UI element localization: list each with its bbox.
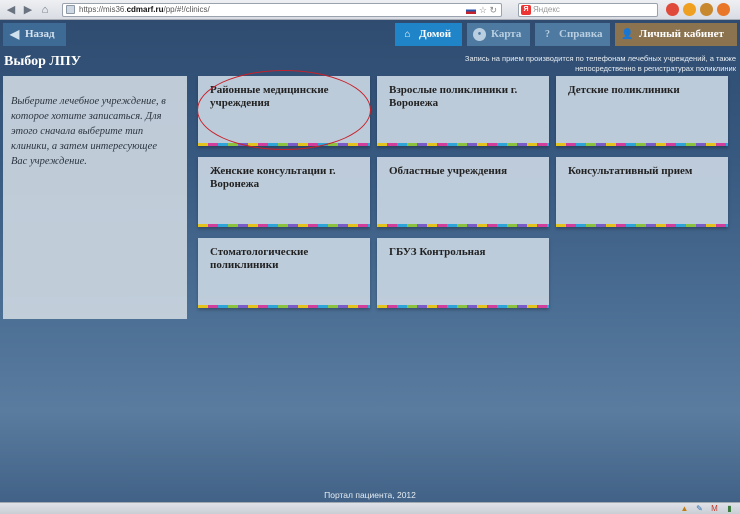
footer-copyright: Портал пациента, 2012 (324, 490, 416, 500)
appointment-notice: Запись на прием производится по телефона… (440, 54, 736, 74)
personal-cabinet-button[interactable]: 👤 Личный кабинет (615, 23, 737, 46)
instructions-panel: Выберите лечебное учреждение, в которое … (3, 76, 187, 319)
notice-line-2: непосредственно в регистратурах поликлин… (575, 64, 736, 73)
tile-regional-institutions[interactable]: Областные учреждения (377, 157, 549, 227)
tile-label: Взрослые поликлиники г. Воронежа (389, 84, 518, 109)
question-icon: ? (545, 29, 550, 40)
adblock-icon[interactable] (666, 3, 679, 16)
url-tools: ☆ ↻ (466, 4, 497, 16)
browser-search-input[interactable]: Я Яндекс (518, 3, 658, 17)
tab-map[interactable]: • Карта (467, 23, 530, 46)
browser-back-icon[interactable]: ◀ (4, 3, 18, 17)
tile-stripe (377, 305, 549, 308)
tile-label: ГБУЗ Контрольная (389, 246, 486, 258)
tile-label: Женские консультации г. Воронежа (210, 165, 336, 190)
tile-women-consultations[interactable]: Женские консультации г. Воронежа (198, 157, 370, 227)
browser-status-bar: ▲ ✎ M ▮ (0, 502, 740, 514)
flag-icon (466, 7, 477, 15)
tile-stripe (198, 143, 370, 146)
reload-icon[interactable]: ↻ (489, 5, 497, 15)
tile-children-clinics[interactable]: Детские поликлиники (556, 76, 728, 146)
browser-forward-icon[interactable]: ▶ (21, 3, 35, 17)
tile-stripe (198, 305, 370, 308)
tile-stripe (377, 143, 549, 146)
notice-line-1: Запись на прием производится по телефона… (464, 54, 736, 63)
page-title: Выбор ЛПУ (4, 54, 81, 69)
tile-label: Консультативный прием (568, 165, 693, 177)
addon-status-icon[interactable]: ▲ (680, 504, 689, 513)
url-path: /pp/#!/clinics/ (163, 5, 210, 14)
lock-icon (66, 5, 75, 14)
tile-stripe (556, 143, 728, 146)
tile-stripe (556, 224, 728, 227)
tile-stripe (198, 224, 370, 227)
tile-district-institutions[interactable]: Районные медицинские учреждения (198, 76, 370, 146)
tab-home[interactable]: ⌂ Домой (395, 23, 462, 46)
back-button[interactable]: ◀ Назад (3, 23, 66, 46)
yandex-icon: Я (521, 5, 531, 15)
tile-dental-clinics[interactable]: Стоматологические поликлиники (198, 238, 370, 308)
tile-consultative-appointment[interactable]: Консультативный прием (556, 157, 728, 227)
tab-home-label: Домой (419, 28, 452, 40)
status-indicator-icon[interactable]: ▮ (725, 504, 734, 513)
tool-icon[interactable]: ✎ (695, 504, 704, 513)
addon-icon[interactable] (683, 3, 696, 16)
tile-stripe (377, 224, 549, 227)
tile-label: Районные медицинские учреждения (210, 84, 329, 109)
tile-label: Детские поликлиники (568, 84, 680, 96)
search-placeholder: Яндекс (533, 5, 560, 14)
home-icon: ⌂ (404, 29, 411, 40)
address-bar[interactable]: https://mis36.cdmarf.ru/pp/#!/clinics/ ☆… (62, 3, 502, 17)
user-icon: 👤 (621, 29, 634, 40)
tile-gbuz-control[interactable]: ГБУЗ Контрольная (377, 238, 549, 308)
tile-label: Областные учреждения (389, 165, 508, 177)
tab-help[interactable]: ? Справка (535, 23, 610, 46)
tile-adult-clinics[interactable]: Взрослые поликлиники г. Воронежа (377, 76, 549, 146)
extension-icons (666, 3, 730, 16)
extension-icon[interactable] (700, 3, 713, 16)
mail-icon[interactable]: M (710, 504, 719, 513)
url-prefix: https://mis36. (79, 5, 127, 14)
tab-map-label: Карта (491, 28, 522, 40)
firefox-menu-icon[interactable] (717, 3, 730, 16)
url-host: cdmarf.ru (126, 5, 164, 14)
map-pin-icon: • (473, 28, 486, 41)
star-icon[interactable]: ☆ (479, 5, 487, 15)
tab-cabinet-label: Личный кабинет (639, 28, 724, 40)
tab-help-label: Справка (559, 28, 603, 40)
tile-label: Стоматологические поликлиники (210, 246, 309, 271)
browser-home-icon[interactable]: ⌂ (38, 3, 52, 17)
arrow-left-icon: ◀ (10, 27, 20, 41)
back-label: Назад (25, 28, 55, 40)
status-icons: ▲ ✎ M ▮ (680, 504, 734, 513)
